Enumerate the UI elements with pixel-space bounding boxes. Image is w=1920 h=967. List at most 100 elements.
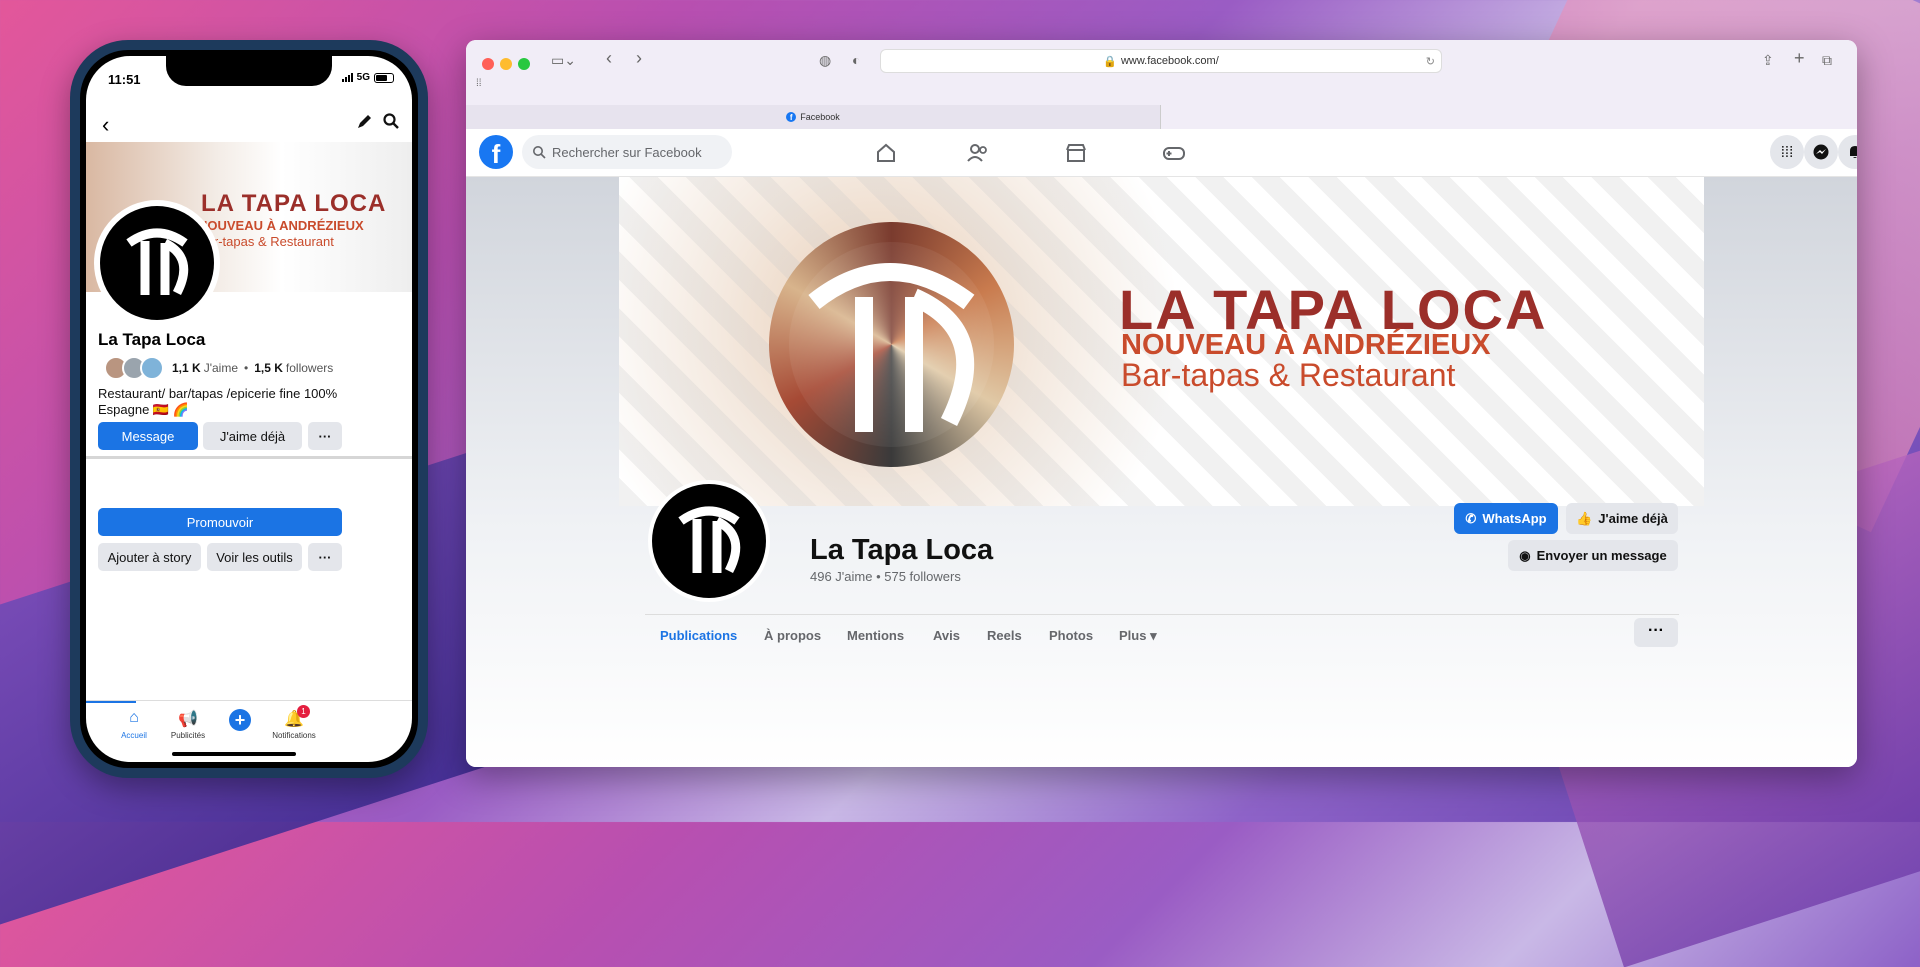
- signal-icon: [341, 73, 353, 82]
- add-story-button[interactable]: Ajouter à story: [98, 543, 201, 571]
- whatsapp-icon: ✆: [1465, 510, 1477, 526]
- followers-count: 1,5 K: [254, 361, 283, 375]
- button-label: WhatsApp: [1482, 511, 1547, 526]
- tab-ads[interactable]: 📢 Publicités: [158, 709, 218, 740]
- page-description: Restaurant/ bar/tapas /epicerie fine 100…: [98, 386, 338, 417]
- search-icon[interactable]: [382, 112, 400, 135]
- profile-avatar[interactable]: [94, 200, 220, 326]
- tab-photos[interactable]: Photos: [1049, 628, 1093, 643]
- bell-icon: 🔔 1: [264, 705, 324, 731]
- tools-button[interactable]: Voir les outils: [207, 543, 302, 571]
- search-placeholder: Rechercher sur Facebook: [552, 144, 702, 160]
- browser-window: ▭⌄ ‹ › ◍ ◐ 🔒 www.facebook.com/ ↻ ⇪ + ⧉ ⁞…: [466, 40, 1857, 767]
- button-label: J'aime déjà: [1598, 511, 1668, 526]
- friends-icon[interactable]: [964, 141, 992, 165]
- address-bar[interactable]: 🔒 www.facebook.com/ ↻: [880, 49, 1442, 73]
- back-icon[interactable]: ‹: [606, 48, 612, 69]
- messenger-icon[interactable]: [1804, 135, 1838, 169]
- tab-publications[interactable]: Publications: [660, 628, 737, 643]
- cover-tagline: Bar-tapas & Restaurant: [1121, 357, 1456, 393]
- tab-create[interactable]: +: [210, 709, 270, 731]
- thumbs-up-icon: 👍: [1576, 510, 1593, 526]
- more-options-button[interactable]: ···: [1634, 618, 1678, 647]
- profile-avatar[interactable]: [648, 480, 770, 602]
- divider: [86, 456, 412, 459]
- url-text: www.facebook.com/: [1120, 55, 1219, 67]
- minimize-window-button[interactable]: [500, 58, 512, 70]
- cover-tagline: Bar-tapas & Restaurant: [198, 234, 334, 249]
- grid-icon[interactable]: ⁞⁞: [476, 78, 482, 89]
- tab-label: Accueil: [121, 731, 147, 740]
- tab-strip-empty: [1161, 105, 1857, 129]
- send-message-button[interactable]: ◉ Envoyer un message: [1508, 540, 1678, 571]
- facebook-logo-icon[interactable]: f: [479, 135, 513, 169]
- cover-title: LA TAPA LOCA: [201, 190, 387, 217]
- notification-badge: 1: [297, 705, 310, 718]
- promote-button[interactable]: Promouvoir: [98, 508, 342, 536]
- share-icon[interactable]: ⇪: [1762, 52, 1774, 69]
- page-stats: 1,1 K J'aime • 1,5 K followers: [98, 356, 333, 380]
- page-stats: 496 J'aime • 575 followers: [810, 569, 961, 584]
- likes-count: 1,1 K: [172, 361, 201, 375]
- avatar: [140, 356, 164, 380]
- tab-reviews[interactable]: Avis: [933, 628, 960, 643]
- globe-icon[interactable]: ◍: [819, 52, 831, 69]
- phone-mockup: 11:51 5G ‹ LA TAPA LOCA NOUVEAU À ANDRÉZ…: [70, 40, 428, 778]
- home-icon[interactable]: [872, 141, 900, 165]
- battery-icon: [374, 72, 394, 83]
- tab-notifications[interactable]: 🔔 1 Notifications: [264, 705, 324, 740]
- back-icon[interactable]: ‹: [102, 112, 109, 138]
- cover-subtitle: NOUVEAU À ANDRÉZIEUX: [198, 218, 364, 233]
- tab-reels[interactable]: Reels: [987, 628, 1022, 643]
- close-window-button[interactable]: [482, 58, 494, 70]
- marketplace-icon[interactable]: [1062, 141, 1090, 165]
- network-label: 5G: [356, 72, 370, 83]
- maximize-window-button[interactable]: [518, 58, 530, 70]
- search-icon: [533, 146, 546, 159]
- button-label: Envoyer un message: [1536, 548, 1667, 563]
- phone-header: ‹: [86, 108, 412, 138]
- browser-toolbar: ▭⌄ ‹ › ◍ ◐ 🔒 www.facebook.com/ ↻ ⇪ + ⧉ ⁞…: [466, 40, 1857, 105]
- tab-home[interactable]: ⌂ Accueil: [104, 709, 164, 740]
- message-button[interactable]: Message: [98, 422, 198, 450]
- lock-icon: 🔒: [1103, 55, 1117, 68]
- status-bar: 11:51 5G: [86, 72, 412, 88]
- cover-logo-artwork: [769, 222, 1014, 467]
- megaphone-icon: 📢: [178, 711, 198, 728]
- browser-tab[interactable]: f Facebook: [466, 105, 1161, 129]
- divider: [645, 614, 1679, 615]
- tab-about[interactable]: À propos: [764, 628, 821, 643]
- tapa-loca-logo: [652, 484, 766, 598]
- new-tab-icon[interactable]: +: [1794, 48, 1805, 69]
- tab-label: Publicités: [170, 731, 206, 740]
- forward-icon[interactable]: ›: [636, 48, 642, 69]
- menu-grid-icon[interactable]: ⁞⁞⁞: [1770, 135, 1804, 169]
- search-input[interactable]: Rechercher sur Facebook: [522, 135, 732, 169]
- likes-label: J'aime: [203, 361, 238, 375]
- tab-mentions[interactable]: Mentions: [847, 628, 904, 643]
- gaming-icon[interactable]: [1160, 141, 1188, 165]
- bottom-tab-bar: ⌂ Accueil 📢 Publicités + 🔔 1 Notification…: [86, 700, 412, 762]
- home-indicator: [172, 752, 296, 756]
- more-tools-button[interactable]: ···: [308, 543, 342, 571]
- cover-photo[interactable]: LA TAPA LOCA NOUVEAU À ANDRÉZIEUX Bar-ta…: [619, 177, 1704, 506]
- sidebar-toggle-icon[interactable]: ▭⌄: [551, 52, 576, 69]
- tab-more[interactable]: Plus ▾: [1119, 628, 1157, 644]
- reload-icon[interactable]: ↻: [1426, 55, 1435, 68]
- facebook-navbar: f Rechercher sur Facebook ⁞⁞⁞ 1: [466, 129, 1857, 177]
- home-icon: ⌂: [129, 709, 139, 726]
- tab-overview-icon[interactable]: ⧉: [1822, 52, 1832, 69]
- like-button[interactable]: 👍 J'aime déjà: [1566, 503, 1678, 534]
- stats-separator: •: [244, 361, 249, 375]
- whatsapp-button[interactable]: ✆ WhatsApp: [1454, 503, 1558, 534]
- like-button[interactable]: J'aime déjà: [203, 422, 302, 450]
- notifications-icon[interactable]: 1: [1838, 135, 1857, 169]
- page-name: La Tapa Loca: [98, 330, 206, 349]
- shield-icon[interactable]: ◐: [852, 52, 860, 68]
- facebook-favicon-icon: f: [786, 112, 797, 122]
- plus-icon: +: [210, 709, 270, 731]
- phone-screen: 11:51 5G ‹ LA TAPA LOCA NOUVEAU À ANDRÉZ…: [86, 56, 412, 762]
- edit-icon[interactable]: [356, 112, 374, 135]
- more-button[interactable]: ···: [308, 422, 342, 450]
- tab-label: Notifications: [272, 731, 316, 740]
